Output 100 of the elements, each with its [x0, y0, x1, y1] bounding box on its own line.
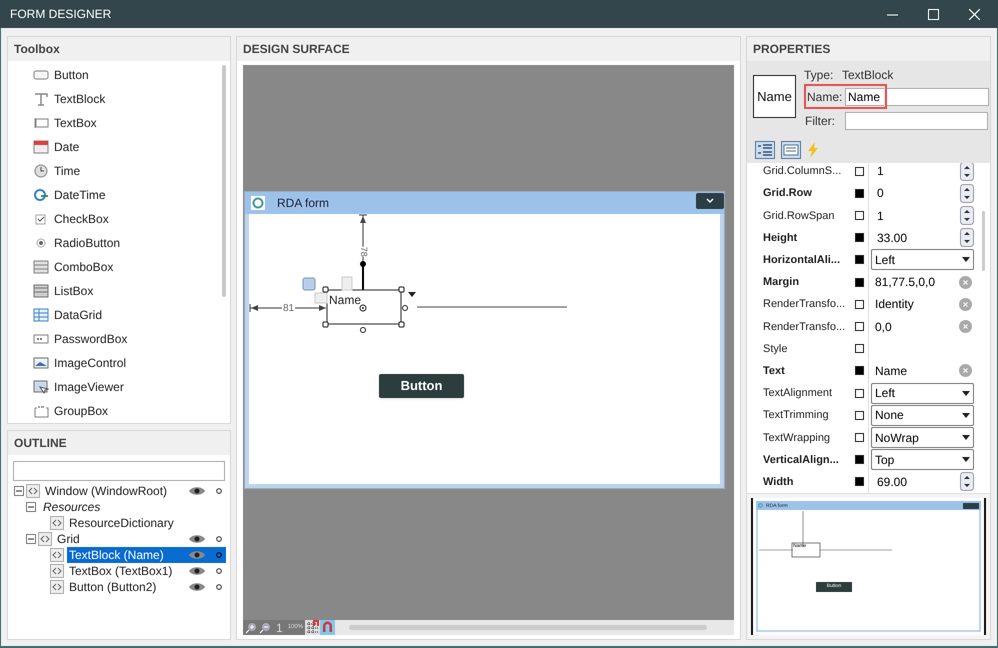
categorized-view-icon[interactable]: [755, 141, 775, 159]
empty-square-icon[interactable]: [855, 211, 864, 220]
eye-icon[interactable]: [188, 582, 206, 592]
caret-icon: [962, 390, 970, 396]
empty-square-icon[interactable]: [855, 300, 864, 309]
properties-scrollbar[interactable]: [982, 211, 985, 271]
control-icon: [33, 140, 49, 154]
property-name: Style: [763, 342, 788, 356]
outline-search-field[interactable]: [13, 461, 225, 481]
toolbox-item[interactable]: ImageControl: [54, 354, 126, 372]
control-icon: [33, 92, 49, 106]
property-value[interactable]: 0,0: [875, 318, 959, 336]
property-value[interactable]: 0: [877, 184, 960, 202]
toolbox-item[interactable]: Button: [54, 66, 89, 84]
form-button[interactable]: Button: [379, 374, 464, 398]
property-value[interactable]: 1: [877, 163, 960, 180]
filter-field[interactable]: [845, 112, 988, 130]
dropdown-field[interactable]: NoWrap: [871, 427, 974, 448]
property-value[interactable]: 81,77.5,0,0: [875, 273, 959, 292]
horizontal-scrollbar[interactable]: [349, 625, 708, 630]
property-name: TextAlignment: [763, 386, 832, 400]
empty-square-icon[interactable]: [855, 344, 864, 354]
toolbox-item[interactable]: TextBox: [54, 114, 97, 132]
name-field-extension[interactable]: [887, 88, 989, 106]
lock-dot-icon[interactable]: [216, 568, 222, 574]
empty-square-icon[interactable]: [855, 388, 864, 398]
collapse-toggle-icon[interactable]: [26, 502, 36, 512]
spinner-icon[interactable]: [960, 163, 974, 181]
empty-square-icon[interactable]: [855, 433, 864, 442]
control-icon: [33, 332, 49, 346]
property-value[interactable]: Identity: [875, 295, 959, 314]
filled-square-icon[interactable]: [855, 366, 864, 376]
dropdown-field[interactable]: None: [871, 404, 974, 426]
property-name: TextWrapping: [763, 430, 830, 445]
lock-dot-icon[interactable]: [216, 488, 222, 494]
dropdown-field[interactable]: Left: [871, 382, 974, 404]
lock-dot-icon[interactable]: [216, 536, 222, 542]
list-view-icon[interactable]: [781, 141, 801, 159]
name-field[interactable]: Name: [845, 88, 884, 106]
dropdown-field[interactable]: Top: [871, 449, 974, 470]
toolbox-item[interactable]: ImageViewer: [54, 378, 124, 396]
filled-square-icon[interactable]: [855, 477, 864, 486]
property-name: VerticalAlign...: [763, 452, 839, 467]
filled-square-icon[interactable]: [855, 455, 864, 464]
form-close-button[interactable]: [696, 193, 724, 209]
close-icon[interactable]: [969, 8, 980, 20]
toolbox-item[interactable]: DataGrid: [54, 306, 102, 324]
filled-square-icon[interactable]: [855, 278, 864, 287]
toolbox-item[interactable]: Time: [54, 162, 80, 180]
property-value[interactable]: 1: [877, 206, 960, 224]
toolbox-item[interactable]: ListBox: [54, 282, 94, 300]
empty-square-icon[interactable]: [855, 410, 864, 420]
property-name: Width: [763, 474, 794, 489]
scrollbar-thumb[interactable]: [222, 65, 226, 297]
toolbox-item[interactable]: GroupBox: [54, 402, 108, 420]
toolbox-item[interactable]: Date: [54, 138, 80, 156]
spinner-icon[interactable]: [960, 472, 974, 492]
property-name: Grid.RowSpan: [763, 208, 835, 222]
chevron-icon: [706, 198, 714, 204]
property-value[interactable]: 33.00: [877, 228, 960, 247]
type-label: Type:: [804, 66, 834, 84]
collapse-toggle-icon[interactable]: [26, 534, 36, 544]
toolbox-item[interactable]: DateTime: [54, 186, 106, 204]
toolbox-item[interactable]: PasswordBox: [54, 330, 128, 348]
tree-item[interactable]: TextBlock (Name): [67, 547, 186, 563]
property-value[interactable]: Name: [875, 362, 959, 380]
tree-item[interactable]: ResourceDictionary: [67, 515, 226, 531]
lock-dot-icon[interactable]: [216, 584, 222, 590]
maximize-icon[interactable]: [928, 8, 939, 20]
tree-item[interactable]: Window (WindowRoot): [43, 483, 186, 499]
eye-icon[interactable]: [188, 534, 206, 544]
tree-item[interactable]: Resources: [41, 499, 226, 515]
spinner-icon[interactable]: [960, 184, 974, 203]
tree-item[interactable]: Button (Button2): [67, 579, 186, 595]
empty-square-icon[interactable]: [855, 322, 864, 332]
property-value[interactable]: 69.00: [877, 472, 960, 491]
tree-item[interactable]: Grid: [55, 531, 186, 547]
zoom-out-icon[interactable]: [259, 622, 271, 634]
property-name: Grid.ColumnS...: [763, 164, 842, 178]
toolbox-item[interactable]: CheckBox: [54, 210, 109, 228]
caret-icon: [962, 435, 970, 440]
spinner-icon[interactable]: [960, 206, 974, 225]
grid-snap-icon[interactable]: [305, 620, 320, 635]
toolbox-item[interactable]: RadioButton: [54, 234, 120, 252]
filled-square-icon[interactable]: [855, 188, 864, 198]
toolbox-item[interactable]: TextBlock: [54, 90, 106, 108]
tree-item[interactable]: TextBox (TextBox1): [67, 563, 186, 579]
spinner-icon[interactable]: [960, 228, 974, 248]
dropdown-field[interactable]: Left: [871, 249, 974, 270]
eye-icon[interactable]: [188, 486, 206, 496]
toolbox-item[interactable]: ComboBox: [54, 258, 114, 276]
empty-square-icon[interactable]: [855, 166, 864, 176]
eye-icon[interactable]: [188, 566, 206, 576]
lock-dot-icon[interactable]: [216, 552, 222, 558]
collapse-toggle-icon[interactable]: [14, 486, 24, 496]
control-icon: [33, 68, 49, 82]
filled-square-icon[interactable]: [855, 233, 864, 242]
filled-square-icon[interactable]: [855, 255, 864, 264]
zoom-in-icon[interactable]: [245, 622, 257, 634]
magnet-icon[interactable]: [320, 620, 336, 635]
